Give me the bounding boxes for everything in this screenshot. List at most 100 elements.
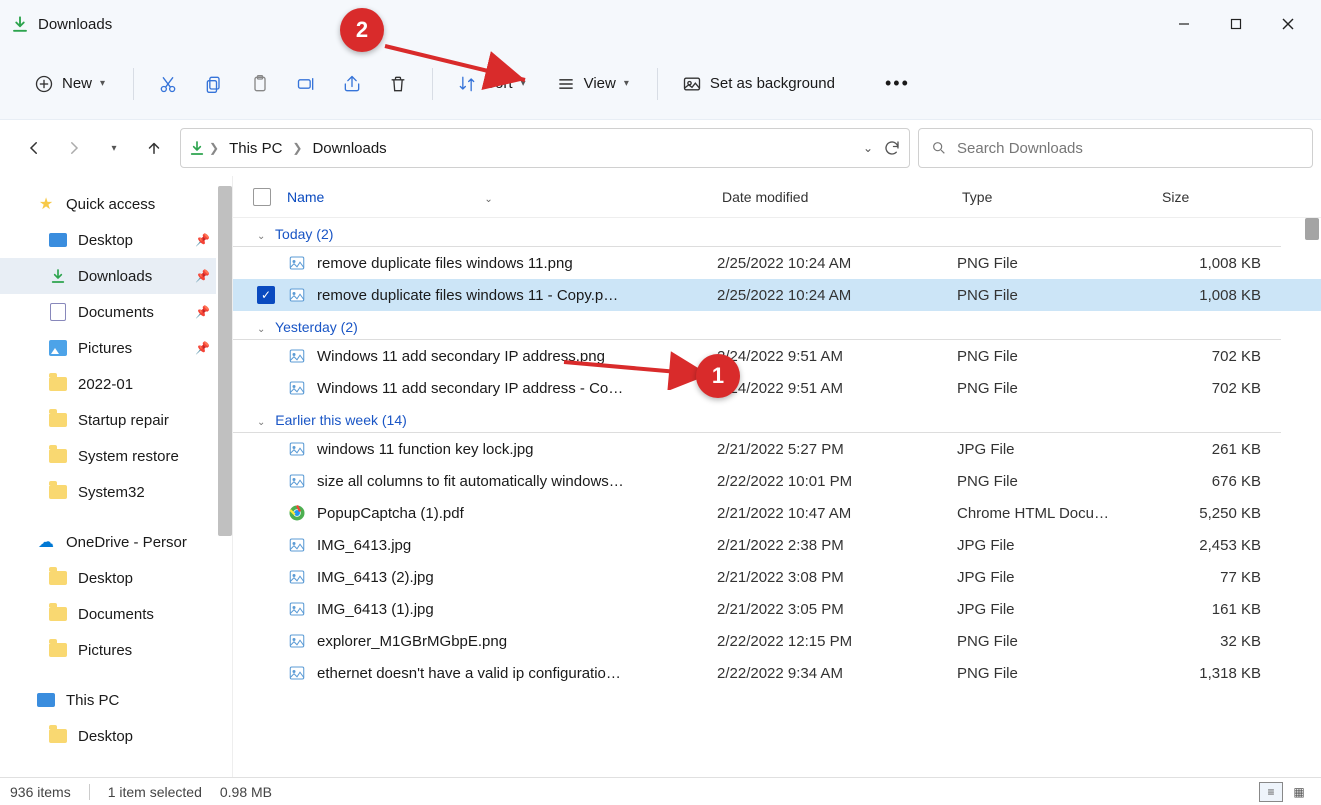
- rename-button[interactable]: [286, 64, 326, 104]
- file-type: PNG File: [957, 665, 1157, 682]
- file-row[interactable]: Windows 11 add secondary IP address.png2…: [233, 340, 1321, 372]
- row-checkbox[interactable]: [257, 472, 275, 490]
- details-view-button[interactable]: ≡: [1259, 782, 1283, 802]
- file-row[interactable]: IMG_6413 (1).jpg2/21/2022 3:05 PMJPG Fil…: [233, 593, 1321, 625]
- file-row[interactable]: remove duplicate files windows 11.png2/2…: [233, 247, 1321, 279]
- pc-icon: [36, 690, 56, 710]
- sidebar-item[interactable]: System restore: [0, 438, 216, 474]
- row-checkbox[interactable]: [257, 664, 275, 682]
- sidebar-item[interactable]: System32: [0, 474, 216, 510]
- file-type: PNG File: [957, 473, 1157, 490]
- chevron-down-icon[interactable]: ⌄: [863, 141, 873, 155]
- sidebar-thispc[interactable]: This PC: [0, 682, 216, 718]
- row-checkbox[interactable]: ✓: [257, 286, 275, 304]
- file-group-header[interactable]: ⌄ Earlier this week (14): [233, 404, 1281, 433]
- forward-button[interactable]: [56, 130, 92, 166]
- address-bar[interactable]: ❯ This PC ❯ Downloads ⌄: [180, 128, 910, 168]
- file-row[interactable]: IMG_6413 (2).jpg2/21/2022 3:08 PMJPG Fil…: [233, 561, 1321, 593]
- new-button[interactable]: New ▾: [24, 64, 119, 104]
- file-icon: [287, 567, 307, 587]
- sidebar-item[interactable]: Pictures: [0, 632, 216, 668]
- scrollbar-thumb[interactable]: [1305, 218, 1319, 240]
- sidebar-item-label: Quick access: [66, 196, 155, 213]
- sidebar-item[interactable]: Documents: [0, 596, 216, 632]
- cut-button[interactable]: [148, 64, 188, 104]
- select-all-checkbox[interactable]: [253, 188, 271, 206]
- set-background-label: Set as background: [710, 75, 835, 92]
- file-row[interactable]: size all columns to fit automatically wi…: [233, 465, 1321, 497]
- column-name[interactable]: Name⌄: [287, 189, 722, 205]
- file-row[interactable]: PopupCaptcha (1).pdf2/21/2022 10:47 AMCh…: [233, 497, 1321, 529]
- file-name: size all columns to fit automatically wi…: [317, 473, 717, 490]
- file-row[interactable]: ✓remove duplicate files windows 11 - Cop…: [233, 279, 1321, 311]
- title-bar: Downloads: [0, 0, 1321, 48]
- file-date: 2/25/2022 10:24 AM: [717, 287, 957, 304]
- file-row[interactable]: IMG_6413.jpg2/21/2022 2:38 PMJPG File2,4…: [233, 529, 1321, 561]
- file-row[interactable]: ethernet doesn't have a valid ip configu…: [233, 657, 1321, 689]
- thumbnails-view-button[interactable]: ▦: [1287, 782, 1311, 802]
- scrollbar-thumb[interactable]: [218, 186, 232, 536]
- separator: [89, 784, 90, 800]
- row-checkbox[interactable]: [257, 347, 275, 365]
- row-checkbox[interactable]: [257, 504, 275, 522]
- recent-button[interactable]: ▾: [96, 130, 132, 166]
- view-button[interactable]: View ▾: [546, 64, 643, 104]
- refresh-button[interactable]: [883, 139, 901, 157]
- file-group-header[interactable]: ⌄ Yesterday (2): [233, 311, 1281, 340]
- file-row[interactable]: windows 11 function key lock.jpg2/21/202…: [233, 433, 1321, 465]
- folder-icon: [48, 374, 68, 394]
- file-name: IMG_6413 (2).jpg: [317, 569, 717, 586]
- file-icon: [287, 378, 307, 398]
- close-button[interactable]: [1265, 8, 1311, 40]
- minimize-button[interactable]: [1161, 8, 1207, 40]
- row-checkbox[interactable]: [257, 600, 275, 618]
- column-date[interactable]: Date modified: [722, 189, 962, 205]
- status-items: 936 items: [10, 784, 71, 800]
- sidebar-quick-access[interactable]: ★ Quick access: [0, 186, 216, 222]
- annotation-arrow-1: [556, 350, 706, 390]
- column-size[interactable]: Size: [1162, 189, 1321, 205]
- row-checkbox[interactable]: [257, 536, 275, 554]
- set-background-button[interactable]: Set as background: [672, 64, 849, 104]
- sidebar-item[interactable]: Startup repair: [0, 402, 216, 438]
- paste-button[interactable]: [240, 64, 280, 104]
- share-button[interactable]: [332, 64, 372, 104]
- row-checkbox[interactable]: [257, 568, 275, 586]
- downloads-icon: [10, 14, 30, 34]
- sidebar-item-label: Pictures: [78, 340, 132, 357]
- search-icon: [931, 140, 947, 156]
- chevron-down-icon: ▾: [111, 143, 116, 154]
- star-icon: ★: [36, 194, 56, 214]
- sidebar-item[interactable]: Downloads📌: [0, 258, 216, 294]
- search-input[interactable]: Search Downloads: [918, 128, 1313, 168]
- file-icon: [287, 663, 307, 683]
- sidebar-item[interactable]: Pictures📌: [0, 330, 216, 366]
- file-group-header[interactable]: ⌄ Today (2): [233, 218, 1281, 247]
- file-type: JPG File: [957, 537, 1157, 554]
- sidebar-item[interactable]: Desktop📌: [0, 222, 216, 258]
- sidebar-onedrive[interactable]: ☁ OneDrive - Persor: [0, 524, 216, 560]
- sidebar-item[interactable]: Documents📌: [0, 294, 216, 330]
- row-checkbox[interactable]: [257, 632, 275, 650]
- sidebar-item[interactable]: Desktop: [0, 560, 216, 596]
- file-name: windows 11 function key lock.jpg: [317, 441, 717, 458]
- sidebar-item[interactable]: Desktop: [0, 718, 216, 754]
- back-button[interactable]: [16, 130, 52, 166]
- row-checkbox[interactable]: [257, 440, 275, 458]
- up-button[interactable]: [136, 130, 172, 166]
- column-type[interactable]: Type: [962, 189, 1162, 205]
- folder-icon: [48, 726, 68, 746]
- copy-button[interactable]: [194, 64, 234, 104]
- sidebar-item[interactable]: 2022-01: [0, 366, 216, 402]
- more-button[interactable]: •••: [875, 64, 920, 104]
- breadcrumb-root[interactable]: This PC: [223, 140, 288, 157]
- row-checkbox[interactable]: [257, 379, 275, 397]
- chevron-down-icon: ⌄: [257, 231, 265, 242]
- sidebar-item-label: Desktop: [78, 570, 133, 587]
- file-row[interactable]: explorer_M1GBrMGbpE.png2/22/2022 12:15 P…: [233, 625, 1321, 657]
- folder-icon: [48, 604, 68, 624]
- file-row[interactable]: Windows 11 add secondary IP address - Co…: [233, 372, 1321, 404]
- maximize-button[interactable]: [1213, 8, 1259, 40]
- row-checkbox[interactable]: [257, 254, 275, 272]
- breadcrumb-current[interactable]: Downloads: [306, 140, 392, 157]
